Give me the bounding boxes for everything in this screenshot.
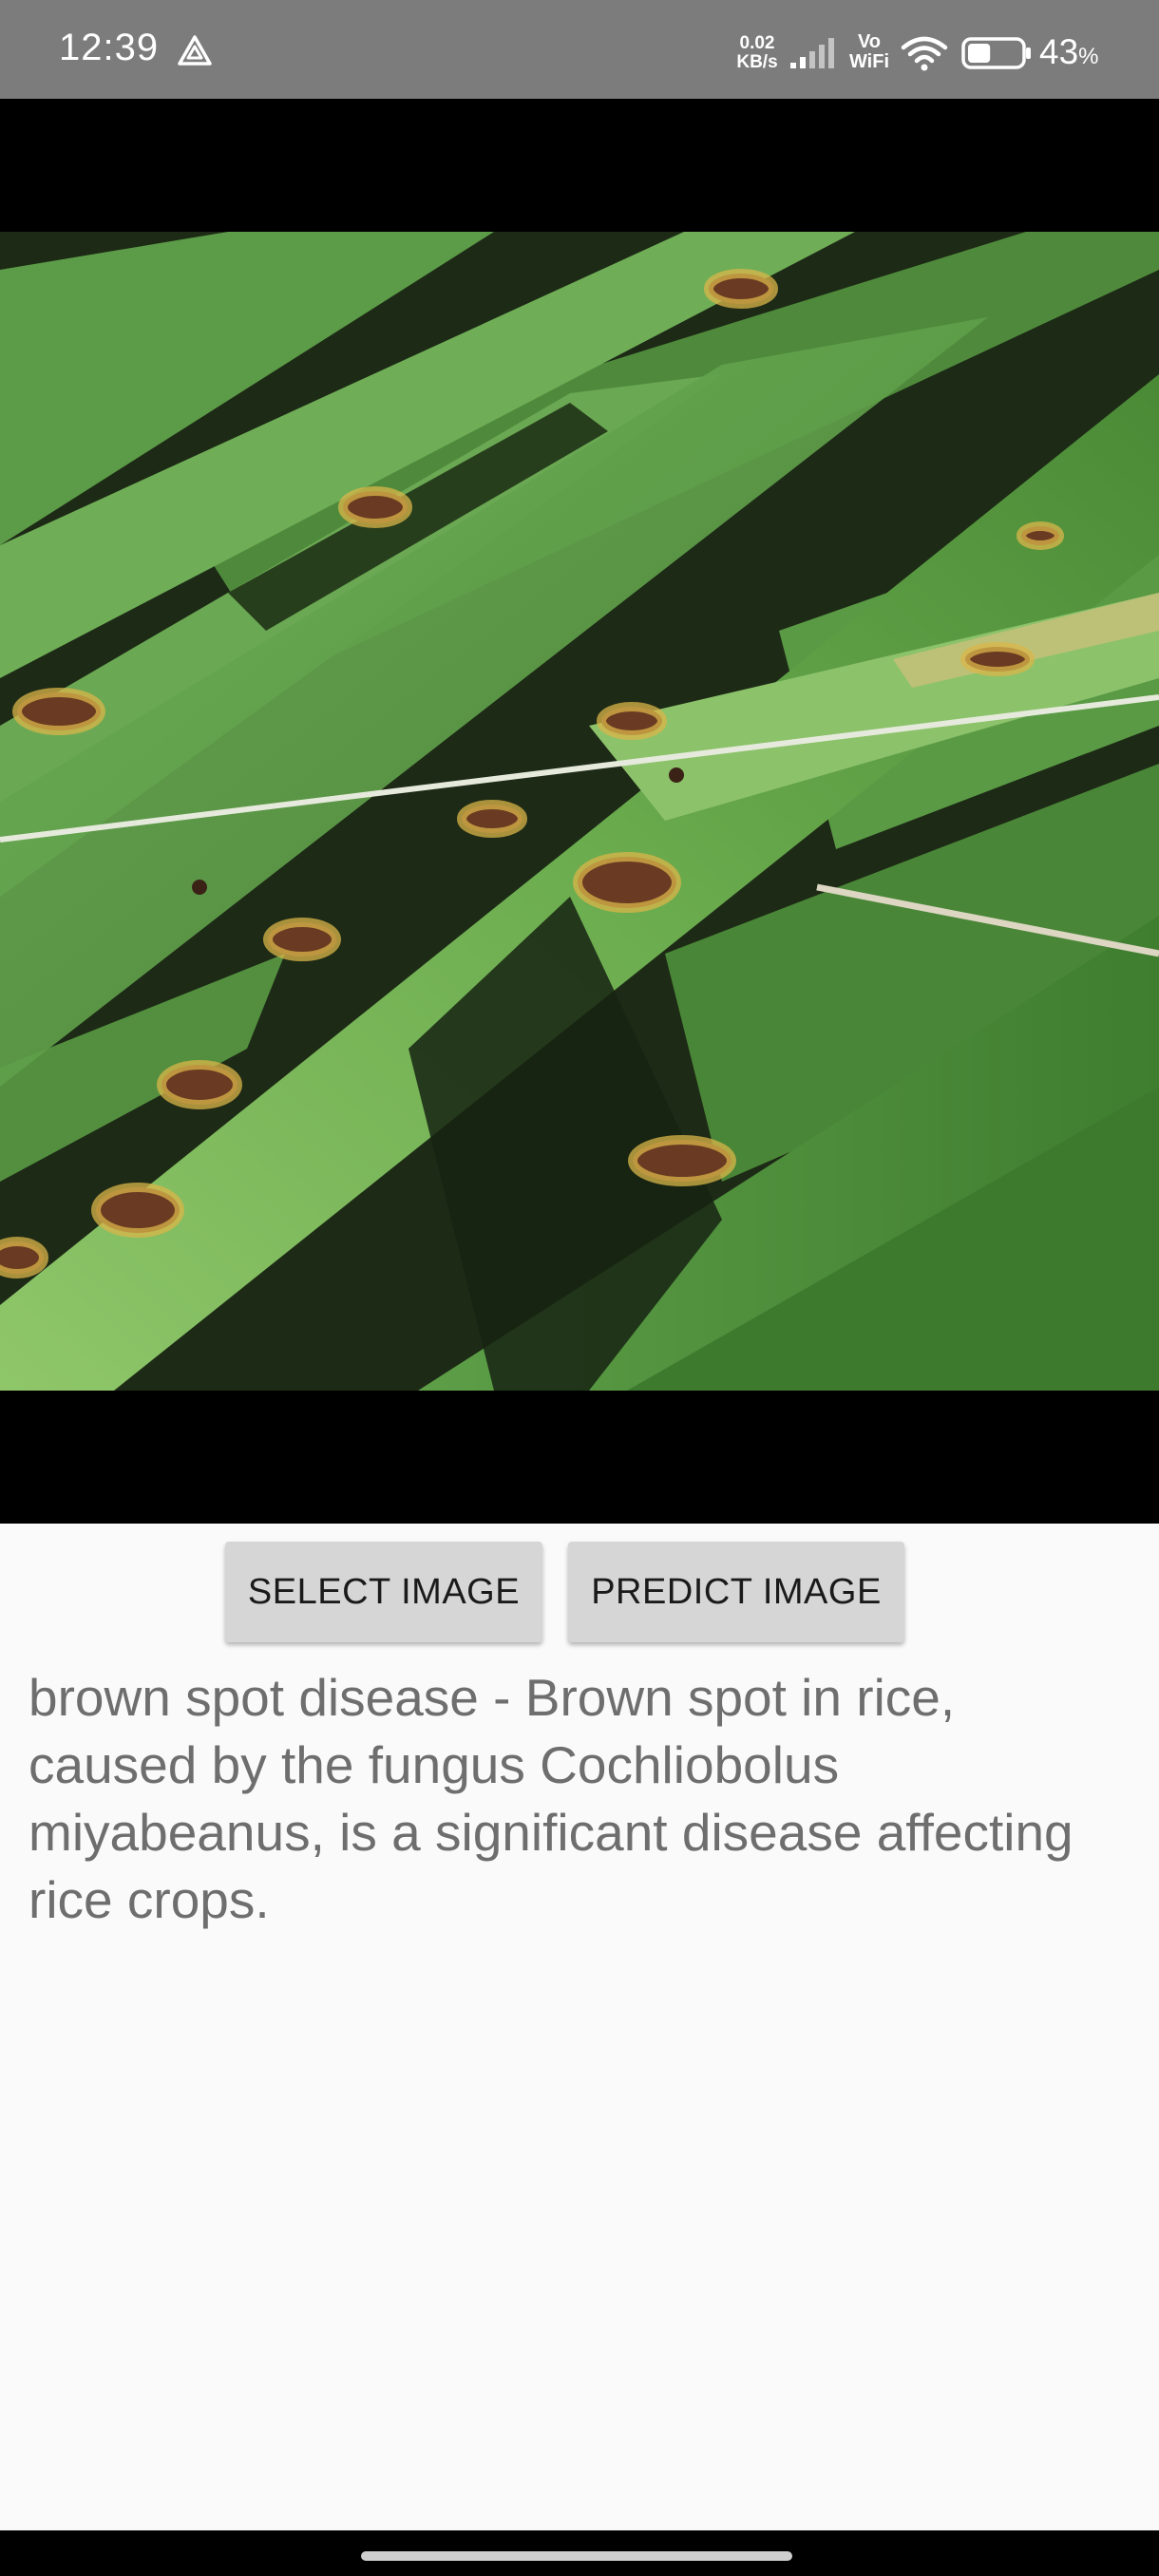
battery-percentage: 43%: [1039, 32, 1099, 72]
network-speed-unit: KB/s: [736, 52, 778, 72]
image-preview-area: [0, 99, 1159, 1524]
prediction-result-text: brown spot disease - Brown spot in rice,…: [28, 1668, 1074, 1929]
select-image-button[interactable]: SELECT IMAGE: [225, 1542, 542, 1642]
battery-percent-sign: %: [1078, 44, 1099, 69]
vowifi-indicator: Vo WiFi: [846, 32, 893, 72]
alert-triangle-icon: [178, 35, 212, 66]
network-speed: 0.02 KB/s: [733, 34, 781, 72]
battery-value: 43: [1039, 32, 1079, 71]
network-speed-value: 0.02: [739, 33, 775, 53]
rice-leaf-image: [0, 232, 1159, 1391]
app-screen: 12:39 0.02 KB/s Vo WiFi 43% SELECT IMAGE…: [0, 0, 1159, 2576]
predict-image-button[interactable]: PREDICT IMAGE: [568, 1542, 904, 1642]
battery-icon: [961, 37, 1031, 69]
status-time: 12:39: [59, 27, 160, 68]
home-indicator[interactable]: [361, 2551, 792, 2561]
signal-icon: [790, 38, 834, 68]
vowifi-wifi: WiFi: [848, 51, 890, 72]
wifi-icon: [901, 36, 948, 71]
status-bar: 12:39 0.02 KB/s Vo WiFi 43%: [0, 0, 1159, 99]
vowifi-vo: Vo: [857, 31, 882, 52]
